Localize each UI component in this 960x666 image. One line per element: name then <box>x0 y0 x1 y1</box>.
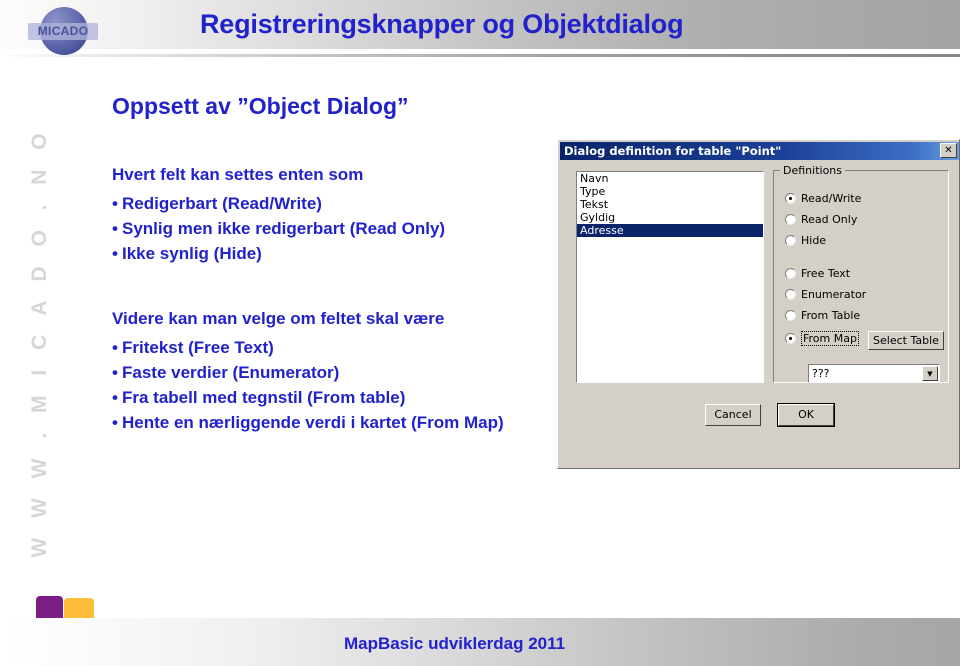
cancel-button[interactable]: Cancel <box>705 404 761 426</box>
micado-logo: MICADO <box>28 7 98 59</box>
list-item[interactable]: Navn <box>577 172 763 185</box>
list-item[interactable]: Tekst <box>577 198 763 211</box>
ok-button[interactable]: OK <box>777 403 835 427</box>
radio-button-icon[interactable] <box>785 268 796 279</box>
list-item-label: Faste verdier (Enumerator) <box>122 363 340 382</box>
combobox-value: ??? <box>812 367 830 380</box>
radio-label: Free Text <box>801 267 851 280</box>
bullet-list-source: • Fritekst (Free Text) • Faste verdier (En… <box>112 335 504 435</box>
radio-from-table[interactable]: From Table <box>785 309 860 322</box>
list-item[interactable]: Gyldig <box>577 211 763 224</box>
logo-wordmark: MICADO <box>37 24 89 38</box>
bullet-dot-icon: • <box>112 338 118 357</box>
list-item: • Ikke synlig (Hide) <box>112 241 445 266</box>
bullet-list-access: • Redigerbart (Read/Write) • Synlig men ik… <box>112 191 445 266</box>
select-table-button[interactable]: Select Table <box>868 331 944 350</box>
list-item: • Synlig men ikke redigerbart (Read Only) <box>112 216 445 241</box>
footer-text: MapBasic udviklerdag 2011 <box>344 634 566 653</box>
radio-button-icon[interactable] <box>785 310 796 321</box>
header-divider-rule <box>0 54 960 57</box>
sidebar-website-url: W W W . M I C A D O . N O <box>28 126 51 558</box>
bullet-dot-icon: • <box>112 219 118 238</box>
radio-label: Read/Write <box>801 192 862 205</box>
radio-button-icon[interactable] <box>785 235 796 246</box>
radio-label: From Map <box>801 331 859 346</box>
bullet-dot-icon: • <box>112 413 118 432</box>
radio-enumerator[interactable]: Enumerator <box>785 288 866 301</box>
list-item: • Fritekst (Free Text) <box>112 335 504 360</box>
radio-label: Enumerator <box>801 288 867 301</box>
list-item: • Redigerbart (Read/Write) <box>112 191 445 216</box>
bullet-dot-icon: • <box>112 388 118 407</box>
radio-free-text[interactable]: Free Text <box>785 267 850 280</box>
bullet-dot-icon: • <box>112 363 118 382</box>
list-item-label: Ikke synlig (Hide) <box>122 244 262 263</box>
lead-text-source: Videre kan man velge om feltet skal være <box>112 309 445 328</box>
list-item-label: Redigerbart (Read/Write) <box>122 194 322 213</box>
list-item-label: Synlig men ikke redigerbart (Read Only) <box>122 219 446 238</box>
lead-text-access: Hvert felt kan settes enten som <box>112 165 364 184</box>
page-title: Registreringsknapper og Objektdialog <box>200 9 684 39</box>
radio-hide[interactable]: Hide <box>785 234 826 247</box>
radio-label: Read Only <box>801 213 858 226</box>
bullet-dot-icon: • <box>112 244 118 263</box>
dialog-title: Dialog definition for table "Point" <box>564 144 782 158</box>
list-item-label: Fra tabell med tegnstil (From table) <box>122 388 406 407</box>
radio-button-icon[interactable] <box>785 289 796 300</box>
radio-button-icon[interactable] <box>785 214 796 225</box>
list-item[interactable]: Type <box>577 185 763 198</box>
list-item: • Hente en nærliggende verdi i kartet (Fr… <box>112 410 504 435</box>
close-icon[interactable]: ✕ <box>940 143 957 158</box>
field-listbox[interactable]: Navn Type Tekst Gyldig Adresse <box>576 171 764 383</box>
list-item: • Faste verdier (Enumerator) <box>112 360 504 385</box>
list-item: • Fra tabell med tegnstil (From table) <box>112 385 504 410</box>
list-item-selected[interactable]: Adresse <box>577 224 763 237</box>
radio-read-write[interactable]: Read/Write <box>785 192 861 205</box>
radio-button-icon[interactable] <box>785 333 796 344</box>
list-item-label: Fritekst (Free Text) <box>122 338 274 357</box>
dialog-definition-window: Dialog definition for table "Point" ✕ Na… <box>557 139 960 469</box>
dialog-titlebar: Dialog definition for table "Point" ✕ <box>560 142 959 160</box>
slide-subtitle: Oppsett av ”Object Dialog” <box>112 93 409 119</box>
radio-button-icon[interactable] <box>785 193 796 204</box>
source-table-combobox[interactable]: ??? ▼ <box>808 364 940 383</box>
list-item-label: Hente en nærliggende verdi i kartet (Fro… <box>122 413 504 432</box>
radio-from-map[interactable]: From Map <box>785 331 859 346</box>
chevron-down-icon[interactable]: ▼ <box>922 366 938 381</box>
radio-label: Hide <box>801 234 827 247</box>
radio-read-only[interactable]: Read Only <box>785 213 857 226</box>
radio-label: From Table <box>801 309 861 322</box>
bullet-dot-icon: • <box>112 194 118 213</box>
definitions-legend: Definitions <box>780 164 845 177</box>
